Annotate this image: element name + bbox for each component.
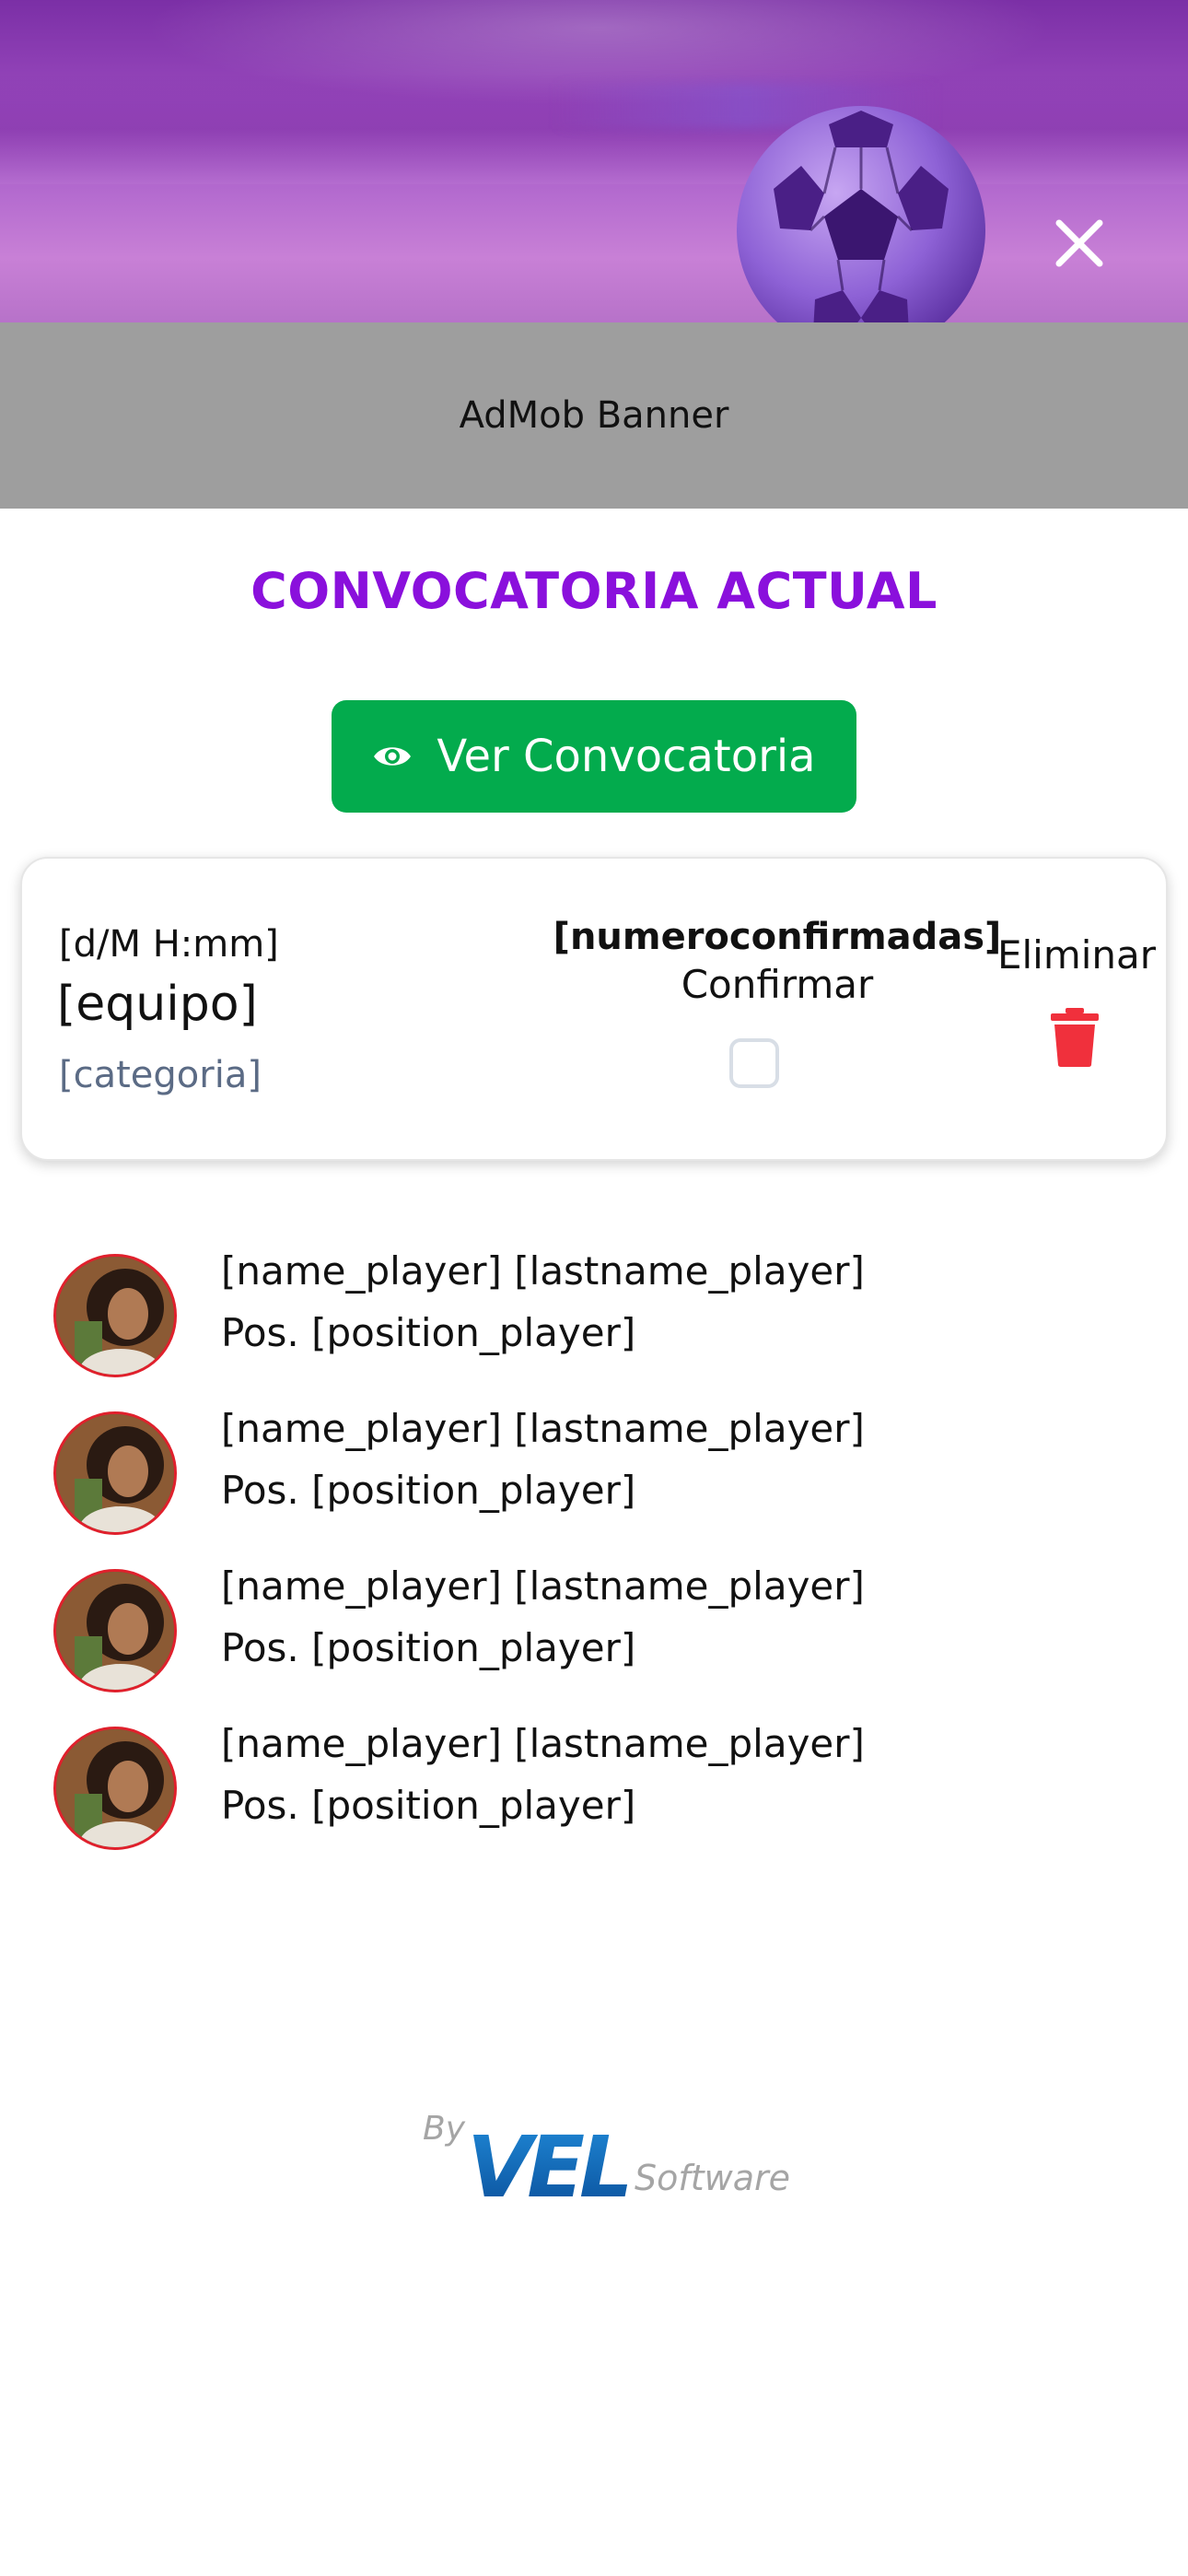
avatar bbox=[53, 1411, 177, 1535]
player-name: [name_player] [lastname_player] bbox=[221, 1248, 865, 1294]
avatar bbox=[53, 1254, 177, 1377]
confirm-checkbox[interactable] bbox=[729, 1038, 779, 1088]
player-name: [name_player] [lastname_player] bbox=[221, 1563, 865, 1609]
list-item[interactable]: [name_player] [lastname_player] Pos. [po… bbox=[0, 1248, 1188, 1406]
footer-software: Software bbox=[635, 2158, 791, 2198]
player-name: [name_player] [lastname_player] bbox=[221, 1721, 865, 1766]
svg-text:VEL: VEL bbox=[467, 2125, 628, 2206]
confirm-label: Confirmar bbox=[681, 962, 874, 1007]
confirm-column: [numeroconfirmadas] Confirmar bbox=[538, 916, 1017, 1007]
delete-label: Eliminar bbox=[996, 932, 1157, 978]
vel-logo: VEL bbox=[467, 2125, 634, 2206]
avatar bbox=[53, 1569, 177, 1692]
page-title: CONVOCATORIA ACTUAL bbox=[250, 562, 938, 620]
list-item[interactable]: [name_player] [lastname_player] Pos. [po… bbox=[0, 1563, 1188, 1721]
eye-icon bbox=[374, 747, 412, 766]
header-image bbox=[0, 0, 1188, 322]
list-item[interactable]: [name_player] [lastname_player] Pos. [po… bbox=[0, 1406, 1188, 1563]
close-icon bbox=[1055, 219, 1103, 267]
player-name: [name_player] [lastname_player] bbox=[221, 1406, 865, 1451]
ad-banner-label: AdMob Banner bbox=[459, 394, 729, 437]
soccer-ball-icon bbox=[737, 106, 985, 322]
footer-by: By bbox=[423, 2110, 466, 2148]
player-position: Pos. [position_player] bbox=[221, 1625, 636, 1670]
confirmed-count: [numeroconfirmadas] bbox=[553, 916, 1002, 958]
player-position: Pos. [position_player] bbox=[221, 1468, 636, 1513]
player-position: Pos. [position_player] bbox=[221, 1310, 636, 1355]
list-item[interactable]: [name_player] [lastname_player] Pos. [po… bbox=[0, 1721, 1188, 1879]
team-category: [categoria] bbox=[59, 1054, 262, 1096]
team-name: [equipo] bbox=[57, 977, 258, 1032]
view-convocatoria-button[interactable]: Ver Convocatoria bbox=[332, 700, 856, 813]
close-button[interactable] bbox=[1050, 214, 1109, 273]
trash-icon[interactable] bbox=[1047, 1008, 1102, 1067]
ad-banner[interactable]: AdMob Banner bbox=[0, 322, 1188, 509]
convocatoria-card: [d/M H:mm] [equipo] [categoria] [numeroc… bbox=[20, 857, 1168, 1161]
avatar bbox=[53, 1727, 177, 1850]
player-position: Pos. [position_player] bbox=[221, 1783, 636, 1828]
footer-logo: By VEL Software bbox=[419, 2110, 790, 2211]
player-list: [name_player] [lastname_player] Pos. [po… bbox=[0, 1248, 1188, 1879]
view-convocatoria-label: Ver Convocatoria bbox=[437, 731, 816, 782]
match-date: [d/M H:mm] bbox=[59, 923, 279, 966]
